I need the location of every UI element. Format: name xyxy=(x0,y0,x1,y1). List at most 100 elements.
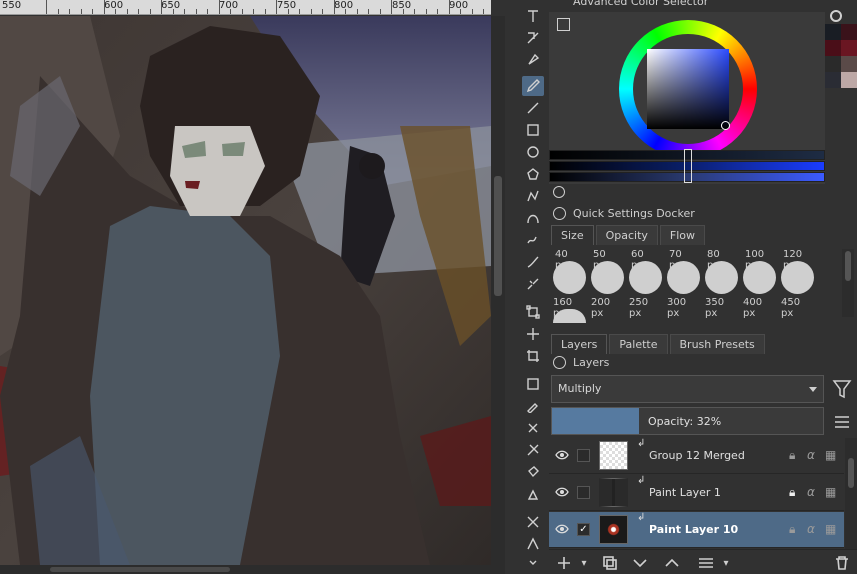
layer-list-scrollbar[interactable] xyxy=(845,438,857,549)
inherit-alpha-icon[interactable]: ▦ xyxy=(825,522,836,536)
duplicate-layer-button[interactable] xyxy=(599,553,621,573)
layer-name: Paint Layer 1 xyxy=(649,486,721,499)
opacity-slider[interactable]: Opacity: 32% xyxy=(551,407,824,435)
freehand-brush-tool-icon[interactable] xyxy=(522,76,544,96)
brush-size-preset[interactable] xyxy=(553,261,586,294)
tab-flow[interactable]: Flow xyxy=(659,225,706,245)
delete-layer-button[interactable] xyxy=(831,553,853,573)
color-sliders[interactable] xyxy=(549,149,825,184)
color-swatch[interactable] xyxy=(841,56,857,72)
layer-row[interactable]: ✓ ↲ Paint Layer 10 🔒︎ α ▦ xyxy=(549,512,844,548)
assistant-tool-icon[interactable] xyxy=(522,440,544,460)
vector-edit-tool-icon[interactable] xyxy=(522,50,544,70)
smart-patch-tool-icon[interactable] xyxy=(522,418,544,438)
rectangle-tool-icon[interactable] xyxy=(522,120,544,140)
toolbox-expand-icon[interactable] xyxy=(522,556,544,570)
polygon-tool-icon[interactable] xyxy=(522,164,544,184)
layer-row[interactable]: ↲ Group 12 Merged 🔒︎ α ▦ xyxy=(549,438,844,474)
ruler-tick xyxy=(448,0,450,14)
tab-opacity[interactable]: Opacity xyxy=(595,225,658,245)
brush-size-preset[interactable] xyxy=(781,261,814,294)
color-swatch[interactable] xyxy=(825,24,841,40)
ellipse-tool-icon[interactable] xyxy=(522,142,544,162)
add-layer-button[interactable] xyxy=(553,553,575,573)
polyline-tool-icon[interactable] xyxy=(522,186,544,206)
brush-size-preset[interactable] xyxy=(591,261,624,294)
brush-size-preset[interactable] xyxy=(743,261,776,294)
freehand-path-tool-icon[interactable] xyxy=(522,230,544,250)
eye-icon[interactable] xyxy=(555,448,569,462)
multibrush-tool-icon[interactable] xyxy=(522,274,544,294)
no-color-icon[interactable] xyxy=(830,10,842,22)
tab-brush-presets[interactable]: Brush Presets xyxy=(669,334,765,354)
artwork xyxy=(0,16,491,565)
refresh-icon[interactable] xyxy=(553,186,565,198)
scrollbar-thumb[interactable] xyxy=(494,176,502,296)
eye-icon[interactable] xyxy=(555,485,569,499)
chevron-down-icon[interactable]: ▾ xyxy=(573,553,595,573)
brush-size-preset[interactable] xyxy=(705,261,738,294)
scrollbar-thumb[interactable] xyxy=(50,567,230,572)
color-swatch[interactable] xyxy=(825,56,841,72)
move-layer-down-button[interactable] xyxy=(629,553,651,573)
layer-checkbox[interactable] xyxy=(577,449,590,462)
drawing-canvas[interactable] xyxy=(0,16,491,565)
lock-icon[interactable]: 🔒︎ xyxy=(789,522,795,537)
bezier-tool-icon[interactable] xyxy=(522,208,544,228)
text-tool-icon[interactable] xyxy=(522,6,544,26)
tab-layers[interactable]: Layers xyxy=(551,334,608,354)
alpha-lock-icon[interactable]: α xyxy=(807,522,815,536)
canvas-horizontal-scrollbar[interactable] xyxy=(0,565,505,574)
ruler-tick xyxy=(138,9,139,14)
color-swatch[interactable] xyxy=(841,40,857,56)
filter-icon[interactable] xyxy=(832,378,852,400)
move-tool-icon[interactable] xyxy=(522,324,544,344)
calligraphy-tool-icon[interactable] xyxy=(522,28,544,48)
layer-checkbox[interactable]: ✓ xyxy=(577,523,590,536)
toolbox xyxy=(513,0,549,574)
brush-size-scrollbar[interactable] xyxy=(842,249,854,317)
fill-select-tool-icon[interactable] xyxy=(522,484,544,504)
inherit-alpha-icon[interactable]: ▦ xyxy=(825,448,836,462)
brush-size-preset[interactable] xyxy=(553,309,586,323)
layer-properties-button[interactable] xyxy=(695,553,717,573)
brush-size-preset[interactable] xyxy=(629,261,662,294)
tab-size[interactable]: Size xyxy=(551,225,594,245)
blend-mode-dropdown[interactable]: Multiply xyxy=(551,375,824,403)
transform-tool-icon[interactable] xyxy=(522,302,544,322)
layer-row[interactable]: ↲ Paint Layer 1 🔒︎ α ▦ xyxy=(549,475,844,511)
canvas-vertical-scrollbar[interactable] xyxy=(491,16,505,565)
measure-tool-icon[interactable] xyxy=(522,512,544,532)
lock-icon[interactable]: 🔒︎ xyxy=(789,485,795,500)
ruler-tick xyxy=(103,0,105,14)
gradient-tool-icon[interactable] xyxy=(522,374,544,394)
menu-icon[interactable] xyxy=(833,414,851,430)
inherit-alpha-icon[interactable]: ▦ xyxy=(825,485,836,499)
color-swatch[interactable] xyxy=(825,72,841,88)
move-layer-up-button[interactable] xyxy=(661,553,683,573)
color-swatch[interactable] xyxy=(841,24,857,40)
color-picker-handle[interactable] xyxy=(721,121,730,130)
alpha-lock-icon[interactable]: α xyxy=(807,448,815,462)
fill-tool-icon[interactable] xyxy=(522,462,544,482)
ruler-tick xyxy=(69,9,70,14)
chevron-down-icon xyxy=(809,387,817,392)
slider-handle[interactable] xyxy=(684,149,692,183)
dynamic-brush-tool-icon[interactable] xyxy=(522,252,544,272)
alpha-lock-icon[interactable]: α xyxy=(807,485,815,499)
eye-icon[interactable] xyxy=(555,522,569,536)
brush-size-preset[interactable] xyxy=(667,261,700,294)
color-picker-tool-icon[interactable] xyxy=(522,396,544,416)
color-selector-settings-icon[interactable] xyxy=(557,18,570,31)
color-swatch[interactable] xyxy=(841,72,857,88)
reference-tool-icon[interactable] xyxy=(522,534,544,554)
tab-palette[interactable]: Palette xyxy=(609,334,668,354)
saturation-value-square[interactable] xyxy=(647,49,729,129)
ruler-tick xyxy=(402,9,404,14)
line-tool-icon[interactable] xyxy=(522,98,544,118)
lock-icon[interactable]: 🔒︎ xyxy=(789,448,795,463)
crop-tool-icon[interactable] xyxy=(522,346,544,366)
color-swatch[interactable] xyxy=(825,40,841,56)
layer-checkbox[interactable] xyxy=(577,486,590,499)
chevron-down-icon[interactable]: ▾ xyxy=(715,553,737,573)
